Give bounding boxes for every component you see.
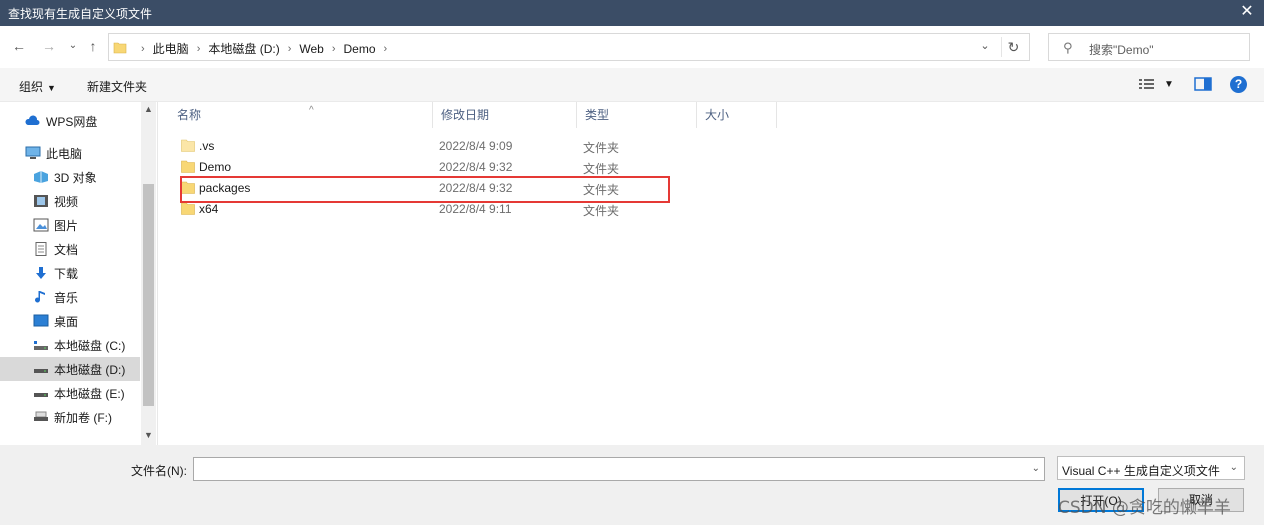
breadcrumb-item[interactable]: Web [299, 42, 323, 56]
file-type-select[interactable]: Visual C++ 生成自定义项文件 ⌄ [1057, 456, 1245, 480]
search-placeholder: 搜索"Demo" [1089, 43, 1154, 57]
folder-icon [181, 202, 195, 215]
column-header-name[interactable]: 名称 ^ [169, 102, 433, 128]
drive-icon [34, 341, 48, 350]
documents-icon [35, 242, 47, 256]
sort-ascending-icon: ^ [309, 105, 314, 116]
address-bar[interactable]: › 此电脑 › 本地磁盘 (D:) › Web › Demo › ⌄ ↻ [108, 33, 1030, 61]
recent-chevron-down-icon[interactable]: ⌄ [64, 37, 82, 55]
breadcrumb-item[interactable]: Demo [344, 42, 376, 56]
drive-icon [34, 393, 48, 397]
filename-input[interactable]: ⌄ [193, 457, 1045, 481]
preview-pane-icon[interactable] [1194, 76, 1212, 92]
help-icon[interactable]: ? [1230, 76, 1247, 93]
folder-icon [113, 42, 127, 54]
nav-item-desktop[interactable]: 桌面 [0, 309, 140, 333]
breadcrumb-item[interactable]: 本地磁盘 (D:) [208, 40, 279, 57]
column-header-type[interactable]: 类型 [577, 102, 697, 128]
nav-scrollbar-thumb[interactable] [143, 184, 154, 406]
drive-icon [34, 369, 48, 373]
chevron-down-icon: ▼ [47, 83, 56, 93]
command-toolbar: 组织 ▼ 新建文件夹 ▼ ? [0, 68, 1264, 102]
file-type-value: Visual C++ 生成自定义项文件 [1062, 464, 1220, 478]
filename-chevron-down-icon[interactable]: ⌄ [1032, 463, 1040, 474]
column-header-modified[interactable]: 修改日期 [433, 102, 577, 128]
breadcrumb-separator-icon[interactable]: › [280, 43, 300, 55]
navigation-pane: WPS网盘 此电脑 3D 对象 视频 图片 文档 下载 音乐 桌面 本地磁盘 (… [0, 102, 158, 445]
address-history-chevron-icon[interactable]: ⌄ [977, 39, 993, 52]
cloud-icon [25, 115, 40, 125]
organize-label: 组织 [19, 80, 44, 94]
nav-item-videos[interactable]: 视频 [0, 189, 140, 213]
search-icon: ⚲ [1063, 40, 1073, 55]
nav-item-pictures[interactable]: 图片 [0, 213, 140, 237]
video-icon [34, 195, 48, 207]
nav-item-music[interactable]: 音乐 [0, 285, 140, 309]
nav-item-drive-d[interactable]: 本地磁盘 (D:) [0, 357, 140, 381]
new-folder-button[interactable]: 新建文件夹 [87, 78, 147, 95]
nav-item-drive-c[interactable]: 本地磁盘 (C:) [0, 333, 140, 357]
file-list: 名称 ^ 修改日期 类型 大小 .vs 2022/8/4 9:09 文件夹 De… [159, 102, 1264, 445]
up-arrow-icon[interactable]: ↑ [84, 37, 102, 55]
close-icon[interactable]: ✕ [1238, 2, 1256, 22]
file-row[interactable]: .vs 2022/8/4 9:09 文件夹 [177, 135, 877, 156]
nav-item-wps-cloud[interactable]: WPS网盘 [0, 109, 140, 133]
breadcrumb-item[interactable]: 此电脑 [153, 40, 189, 57]
refresh-icon[interactable]: ↻ [1001, 37, 1025, 57]
view-options-icon[interactable] [1138, 76, 1156, 92]
nav-item-this-pc[interactable]: 此电脑 [0, 141, 140, 165]
organize-button[interactable]: 组织 ▼ [19, 78, 56, 95]
file-row[interactable]: Demo 2022/8/4 9:32 文件夹 [177, 156, 877, 177]
chevron-down-icon: ⌄ [1229, 462, 1238, 473]
nav-item-drive-e[interactable]: 本地磁盘 (E:) [0, 381, 140, 405]
highlight-box [180, 176, 670, 203]
nav-item-drive-f[interactable]: 新加卷 (F:) [0, 405, 140, 429]
window-title: 查找现有生成自定义项文件 [8, 7, 153, 21]
breadcrumb-separator-icon[interactable]: › [324, 43, 344, 55]
back-arrow-icon[interactable]: ← [10, 37, 28, 55]
nav-item-3d-objects[interactable]: 3D 对象 [0, 165, 140, 189]
watermark: CSDN @贪吃的懒羊羊 [1058, 498, 1231, 518]
title-bar: 查找现有生成自定义项文件 ✕ [0, 0, 1264, 26]
nav-item-downloads[interactable]: 下载 [0, 261, 140, 285]
address-row: ← → ⌄ ↑ › 此电脑 › 本地磁盘 (D:) › Web › Demo ›… [0, 26, 1264, 68]
download-icon [36, 267, 46, 279]
breadcrumb-separator-icon: › [141, 42, 145, 55]
breadcrumb-separator-icon[interactable]: › [376, 43, 396, 55]
forward-arrow-icon[interactable]: → [40, 37, 58, 55]
nav-scrollbar[interactable]: ▲ ▼ [141, 102, 156, 445]
folder-icon [181, 139, 195, 152]
scroll-down-icon[interactable]: ▼ [141, 430, 156, 444]
breadcrumb-separator-icon[interactable]: › [189, 43, 209, 55]
dialog-footer: 文件名(N): ⌄ Visual C++ 生成自定义项文件 ⌄ 打开(O) 取消… [0, 445, 1264, 525]
breadcrumb: › 此电脑 › 本地磁盘 (D:) › Web › Demo › [133, 40, 395, 57]
view-chevron-down-icon[interactable]: ▼ [1164, 79, 1174, 90]
nav-item-documents[interactable]: 文档 [0, 237, 140, 261]
filename-label: 文件名(N): [131, 464, 187, 478]
music-icon [35, 291, 45, 303]
column-header-size[interactable]: 大小 [697, 102, 777, 128]
3d-objects-icon [34, 171, 48, 183]
scroll-up-icon[interactable]: ▲ [141, 104, 156, 118]
pictures-icon [33, 218, 49, 232]
folder-icon [181, 160, 195, 173]
computer-icon [25, 146, 41, 159]
desktop-icon [33, 314, 49, 327]
search-input[interactable]: ⚲ 搜索"Demo" [1048, 33, 1250, 61]
drive-icon [34, 411, 48, 421]
